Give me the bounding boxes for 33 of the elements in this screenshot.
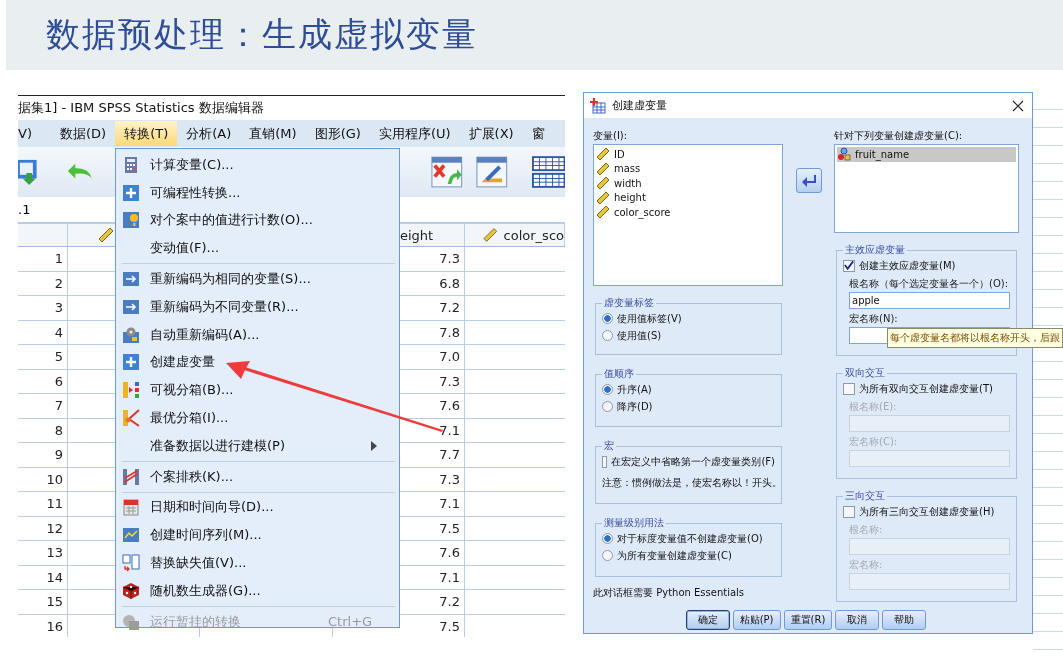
slide-title: 数据预处理：生成虚拟变量 [46,13,478,56]
checkbox-label: 创建主效应虚变量(M) [859,258,956,273]
option-label: 使用值(S) [617,328,662,343]
checkbox-label: 为所有双向交互创建虚变量(T) [859,381,993,396]
dialog-title: 创建虚变量 [612,98,667,113]
group-title: 三向交互 [844,489,886,503]
field-label: 根名称: [849,523,884,537]
checkbox-label: 为所有三向交互创建虚变量(H) [859,504,995,519]
field-label: 宏名称(C): [849,435,899,449]
option-label: 使用值标签(V) [617,311,682,326]
field-label: 宏名称(N): [849,312,899,326]
group-title: 虚变量标签 [603,296,655,310]
option-label: 升序(A) [617,382,652,397]
field-label: 宏名称: [849,558,884,572]
window-title: 据集1] - IBM SPSS Statistics 数据编辑器 [18,99,265,117]
option-label: 对于标度变量值不创建虚变量(O) [617,531,763,546]
column-label: eight [400,227,434,243]
option-label: 在宏定义中省略第一个虚变量类别(F) [611,454,775,469]
group-title: 值顺序 [603,367,635,381]
group-title: 主效应虚变量 [844,243,906,257]
group-title: 双向交互 [844,366,886,380]
option-label: 降序(D) [617,399,653,414]
list-label: 针对下列变量创建虚变量(C): [834,130,964,142]
column-label: color_sco [503,227,564,243]
list-label: 变量(I): [593,130,629,142]
note-text: 注意：惯例做法是，使宏名称以！开头。 [602,476,775,490]
group-title: 宏 [603,439,615,453]
requirement-note: 此对话框需要 Python Essentials [593,586,746,600]
tooltip: 每个虚变量名都将以根名称开头，后跟 [887,328,1063,348]
group-title: 测量级别用法 [603,516,665,530]
field-label: 根名称(E): [849,400,898,414]
field-label: 根名称（每个选定变量各一个）(O): [849,277,1010,291]
option-label: 为所有变量创建虚变量(C) [617,548,732,563]
